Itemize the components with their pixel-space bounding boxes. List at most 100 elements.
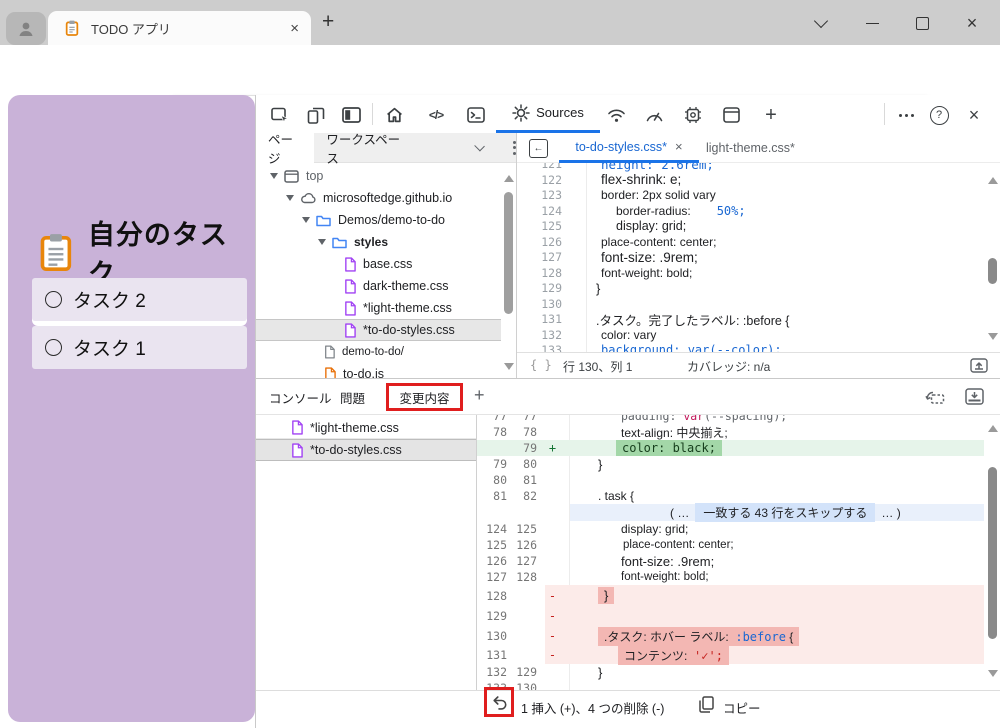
browser-toolbar: microsoftedge.github.io/Demos/demo-to-do… [0,45,1000,134]
sources-debug-icon [512,103,530,122]
revert-icon[interactable] [491,694,508,710]
more-tools-plus-icon[interactable]: + [758,102,784,128]
tab-title: TODO アプリ [91,21,171,37]
folder-icon [316,215,331,226]
minimize-icon[interactable] [857,10,887,36]
tree-item-origin[interactable]: microsoftedge.github.io [256,187,502,209]
diff-row: 127 128 font-weight: bold; [486,570,709,584]
task-checkbox-icon[interactable] [45,339,62,356]
tree-item-base-css[interactable]: base.css [256,253,502,275]
expand-arrow-icon[interactable] [302,217,310,223]
toolbar-separator [884,103,885,125]
tab-close-icon[interactable]: × [290,20,299,37]
devtools-customize-icon[interactable] [893,102,919,128]
copy-button[interactable]: コピー [723,698,761,717]
browser-titlebar: TODO アプリ × + × [0,0,1000,45]
diff-summary: 1 挿入 (+)、4 つの削除 (-) [521,702,665,716]
console-tool-icon[interactable] [463,102,489,128]
diff-row: 132 129 } [486,664,603,680]
maximize-icon[interactable] [907,10,937,36]
diff-row-deleted: 130- .タスク: ホバー ラベル: :before { [477,626,984,646]
annotation-redbox-changes: 変更内容 [386,383,463,411]
diff-row-deleted: 131- コンテンツ: '✓'; [477,645,984,665]
devtools-toolbar: </> Sources + ? × [256,95,1000,133]
diff-row: 125 126 place-content: center; [486,538,734,552]
file-tree: top microsoftedge.github.io Demos/demo-t… [256,163,502,378]
tree-item-demo-to-do[interactable]: demo-to-do/ [256,341,502,363]
more-tabs-chevron-icon[interactable] [473,140,485,152]
expand-arrow-icon[interactable] [286,195,294,201]
task-checkbox-icon[interactable] [45,291,62,308]
application-tool-icon[interactable] [718,102,744,128]
diff-view[interactable]: 77 77 padding: var (--spacing); 78 78 text-… [477,415,1000,690]
diff-row: 78 78 text-align: 中央揃え; [493,425,728,440]
devtools-close-icon[interactable]: × [961,102,987,128]
browser-tab[interactable]: TODO アプリ × [48,11,311,45]
device-emulation-icon[interactable] [303,102,329,128]
drawer-more-tabs-icon[interactable]: + [474,385,485,406]
navigator-scrollbar[interactable] [501,165,517,378]
performance-tool-icon[interactable] [641,102,667,128]
network-tool-icon[interactable] [603,102,629,128]
refresh-required-icon[interactable] [924,388,946,406]
tab-close-icon[interactable]: × [675,139,683,154]
task-label: タスク 2 [73,291,146,312]
diff-row: 126 127 font-size: .9rem; [486,553,715,569]
editor-tab-light-theme[interactable]: light-theme.css* [706,133,795,163]
editor-scrollbar[interactable] [985,165,1000,352]
diff-row-added: 79 + color: black; [477,440,984,456]
tree-item-light-theme-css[interactable]: *light-theme.css [256,297,502,319]
inspect-element-icon[interactable] [267,102,293,128]
window-close-icon[interactable]: × [957,10,987,36]
css-file-icon [345,278,356,294]
clipboard-icon [40,234,72,271]
gutter-divider [586,163,587,352]
tab-search-chevron-icon[interactable] [806,10,836,36]
diff-row: 81 82 . task { [493,489,635,503]
focus-page-icon[interactable] [338,102,364,128]
expand-arrow-icon[interactable] [270,173,278,179]
coverage-status: カバレッジ: n/a [687,360,771,374]
css-file-icon [292,420,303,435]
tree-item-top[interactable]: top [256,165,502,187]
tree-item-dark-theme-css[interactable]: dark-theme.css [256,275,502,297]
css-file-icon [292,442,303,458]
new-tab-icon[interactable]: + [322,10,334,34]
task-label: タスク 1 [73,339,146,360]
dock-drawer-icon[interactable] [965,388,984,405]
frame-icon [284,169,299,183]
tab-sources[interactable]: Sources [496,95,600,133]
navigator-toggle-icon[interactable]: ← [529,139,548,158]
editor-tab-to-do-styles[interactable]: to-do-styles.css* × [559,133,699,163]
tab-changes[interactable]: 変更内容 [399,388,449,407]
tree-item-to-do-js[interactable]: to-do.js [256,363,502,378]
elements-tool-icon[interactable]: </> [423,102,449,128]
welcome-home-icon[interactable] [381,102,407,128]
expand-arrow-icon[interactable] [318,239,326,245]
diff-row: 77 77 padding: var (--spacing); [493,415,788,423]
tab-workspace[interactable]: ワークスペース [314,129,417,167]
open-file-icon[interactable] [970,358,988,373]
diff-row: 80 81 [493,473,537,487]
memory-tool-icon[interactable] [680,102,706,128]
task-row[interactable]: タスク 1 [32,326,247,369]
cloud-icon [301,192,316,204]
diff-scrollbar[interactable] [985,417,1000,688]
changed-file-light-theme[interactable]: *light-theme.css [256,417,476,439]
task-row[interactable]: タスク 2 [32,278,247,321]
diff-skip-band[interactable]: ( … 一致する 43 行をスキップする… ) [570,503,984,522]
changed-file-to-do-styles[interactable]: *to-do-styles.css [256,439,476,461]
devtools-help-icon[interactable]: ? [926,102,952,128]
tree-item-styles-folder[interactable]: styles [256,231,502,253]
copy-icon[interactable] [699,696,714,713]
tree-item-demos-folder[interactable]: Demos/demo-to-do [256,209,502,231]
profile-button[interactable] [6,12,46,45]
folder-icon [332,237,347,248]
diff-footer: 1 挿入 (+)、4 つの削除 (-) コピー [256,687,1000,718]
tree-item-to-do-styles-css[interactable]: *to-do-styles.css [256,319,502,341]
tab-page[interactable]: ページ [256,132,315,166]
sources-label: Sources [536,105,584,120]
todo-app-panel: 自分のタスク ＋ タスクを追加する → 実行するには タスク 2 タスク 1 [8,95,255,722]
tab-issues[interactable]: 問題 [340,388,365,407]
tab-console[interactable]: コンソール [269,388,332,407]
